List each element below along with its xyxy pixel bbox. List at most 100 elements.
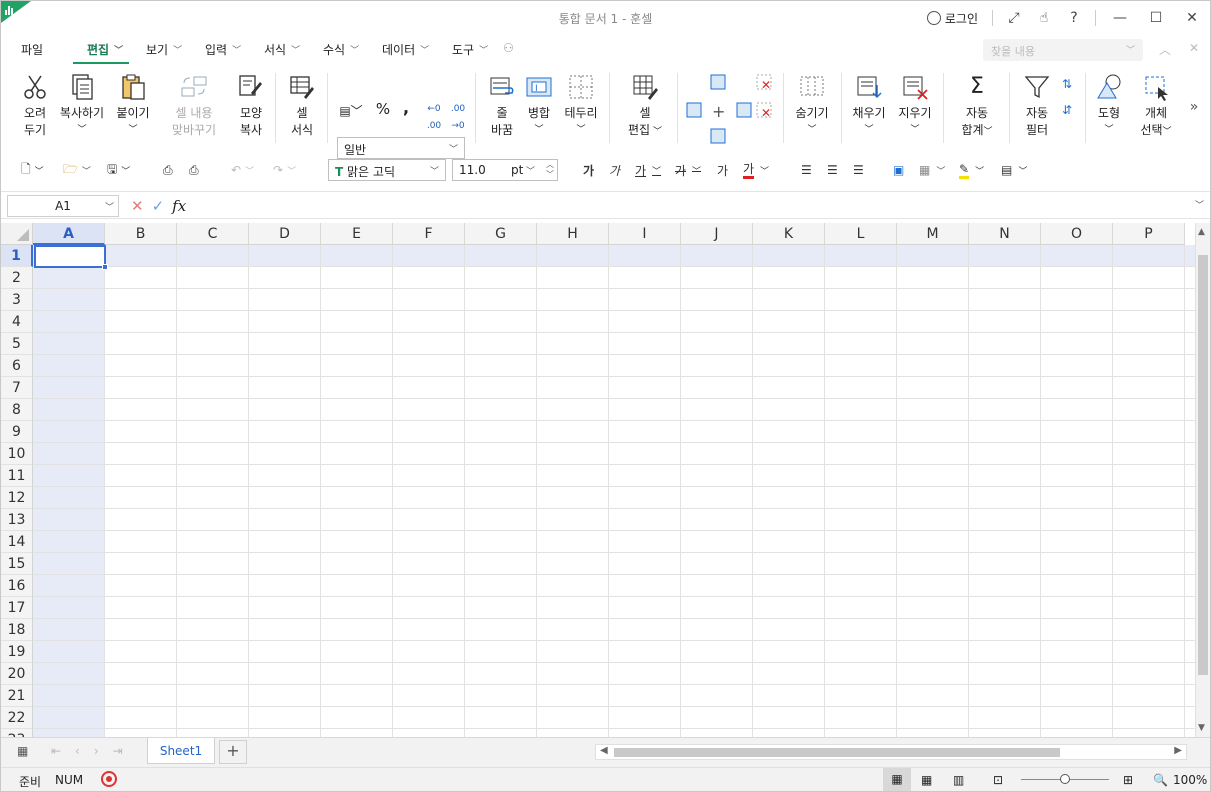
column-header[interactable]: M <box>897 223 969 245</box>
row-header[interactable]: 20 <box>1 663 33 685</box>
row-header[interactable]: 17 <box>1 597 33 619</box>
increase-decimal-icon[interactable]: ←0.00 <box>425 101 443 135</box>
collapse-ribbon-icon[interactable]: ︿ <box>1159 41 1171 58</box>
row-header[interactable]: 18 <box>1 619 33 641</box>
underline-button[interactable]: 가 ﹀ <box>635 159 661 181</box>
align-left-icon[interactable]: ☰ <box>801 159 812 181</box>
column-header[interactable]: N <box>969 223 1041 245</box>
row-header[interactable]: 22 <box>1 707 33 729</box>
function-icon[interactable]: fx <box>172 197 186 215</box>
font-size-stepper[interactable]: ︿ ﹀ <box>546 160 554 180</box>
column-header[interactable]: K <box>753 223 825 245</box>
wrap-text-button[interactable]: 줄 바꿈 <box>485 73 519 139</box>
column-header[interactable]: G <box>465 223 537 245</box>
spreadsheet-grid[interactable]: ABCDEFGHIJKLMNOP 1 2 3 4 5 6 7 8 9 10 11 12 13 14 15 16… <box>1 223 1195 737</box>
sort-ascending-icon[interactable]: ⇅ <box>1057 75 1077 93</box>
row-header[interactable]: 15 <box>1 553 33 575</box>
column-header[interactable]: I <box>609 223 681 245</box>
cell-shading-icon[interactable]: ▣ <box>893 159 904 181</box>
menu-tab-format[interactable]: 서식 ﹀ <box>264 41 300 58</box>
font-color-button[interactable]: 가 ﹀ <box>743 159 769 181</box>
vertical-scroll-thumb[interactable] <box>1198 255 1208 675</box>
sort-icons[interactable]: ⇅ ⇵ <box>1057 75 1077 119</box>
redo-icon[interactable]: ↷ ﹀ <box>273 159 296 181</box>
scroll-right-icon[interactable]: ▶ <box>1174 745 1182 756</box>
line-style-icon[interactable]: ▤ ﹀ <box>1001 159 1027 181</box>
horizontal-scroll-thumb[interactable] <box>614 748 1060 757</box>
normal-view-icon[interactable]: ▦ <box>883 768 911 791</box>
menu-file[interactable]: 파일 <box>21 41 43 58</box>
decrease-decimal-icon[interactable]: .00 →0 <box>449 101 467 135</box>
page-break-view-icon[interactable]: ▥ <box>953 773 964 787</box>
minimize-button[interactable]: — <box>1102 5 1138 31</box>
row-header[interactable]: 5 <box>1 333 33 355</box>
horizontal-scrollbar[interactable]: ◀ ▶ <box>595 744 1187 760</box>
scroll-up-icon[interactable]: ▲ <box>1198 227 1205 237</box>
vertical-scrollbar[interactable]: ▲ ▼ <box>1195 223 1210 737</box>
column-header[interactable]: L <box>825 223 897 245</box>
sheet-nav-icons[interactable]: ⇤‹›⇥ <box>51 744 137 758</box>
touch-mode-icon[interactable]: ☝ <box>1029 5 1059 31</box>
sheet-tab[interactable]: Sheet1 <box>147 738 215 764</box>
shape-button[interactable]: 도형 ﹀ <box>1091 73 1127 139</box>
cell-grid[interactable] <box>33 245 1195 737</box>
font-name-select[interactable]: T 맑은 고딕 ﹀ <box>328 159 446 181</box>
row-header[interactable]: 2 <box>1 267 33 289</box>
autosum-button[interactable]: Σ 자동 합계﹀ <box>955 73 999 141</box>
row-header[interactable]: 9 <box>1 421 33 443</box>
active-cell[interactable] <box>34 245 108 270</box>
record-macro-icon[interactable] <box>101 771 117 787</box>
undo-icon[interactable]: ↶ ﹀ <box>231 159 254 181</box>
expand-formula-icon[interactable]: ﹀ <box>1195 198 1204 211</box>
column-header[interactable]: O <box>1041 223 1113 245</box>
close-doc-icon[interactable]: ✕ <box>1189 41 1199 55</box>
fit-page-icon[interactable]: ⊞ <box>1123 773 1133 787</box>
column-header[interactable]: H <box>537 223 609 245</box>
cancel-icon[interactable]: ✕ <box>131 197 144 215</box>
cut-button[interactable]: 오려 두기 <box>15 73 55 139</box>
new-document-icon[interactable]: 🗋 ﹀ <box>21 159 44 181</box>
strikethrough-button[interactable]: 가 ﹀ <box>675 159 701 181</box>
border-button[interactable]: 테두리 ﹀ <box>561 73 601 139</box>
menu-tab-insert[interactable]: 입력 ﹀ <box>205 41 241 58</box>
ribbon-more-icon[interactable]: » <box>1187 99 1201 116</box>
align-right-icon[interactable]: ☰ <box>853 159 864 181</box>
zoom-slider[interactable] <box>1021 774 1109 784</box>
font-size-input[interactable]: 11.0 pt ﹀ ︿ ﹀ <box>452 159 558 181</box>
zoom-fit-icon[interactable]: ⊡ <box>993 773 1003 787</box>
column-header[interactable]: F <box>393 223 465 245</box>
menu-tab-formula[interactable]: 수식 ﹀ <box>323 41 359 58</box>
scroll-left-icon[interactable]: ◀ <box>600 745 608 756</box>
row-header[interactable]: 14 <box>1 531 33 553</box>
confirm-icon[interactable]: ✓ <box>152 197 165 215</box>
menu-tab-data[interactable]: 데이터 ﹀ <box>382 41 429 58</box>
row-header[interactable]: 6 <box>1 355 33 377</box>
maximize-button[interactable]: ☐ <box>1138 5 1174 31</box>
add-sheet-button[interactable]: + <box>219 740 247 764</box>
shadow-button[interactable]: 가 <box>717 159 728 181</box>
italic-button[interactable]: 가 <box>609 159 620 181</box>
clear-button[interactable]: 지우기 ﹀ <box>895 73 935 139</box>
row-header[interactable]: 21 <box>1 685 33 707</box>
select-object-button[interactable]: 개체 선택﹀ <box>1135 73 1177 141</box>
format-painter-button[interactable]: 모양 복사 <box>231 73 271 139</box>
row-header[interactable]: 7 <box>1 377 33 399</box>
zoom-icon[interactable]: 🔍 <box>1153 773 1168 787</box>
align-center-icon[interactable]: ☰ <box>827 159 838 181</box>
scroll-down-icon[interactable]: ▼ <box>1198 723 1205 733</box>
row-header[interactable]: 8 <box>1 399 33 421</box>
row-header[interactable]: 23 <box>1 729 33 737</box>
collaborate-icon[interactable]: ⚇ <box>503 41 514 55</box>
hide-button[interactable]: 숨기기 ﹀ <box>791 73 833 139</box>
column-header[interactable]: D <box>249 223 321 245</box>
paste-button[interactable]: 붙이기 ﹀ <box>111 73 155 139</box>
sort-descending-icon[interactable]: ⇵ <box>1057 101 1077 119</box>
insert-delete-icons[interactable]: + ✕ ✕ <box>685 73 775 145</box>
row-header[interactable]: 1 <box>1 245 33 267</box>
row-header[interactable]: 19 <box>1 641 33 663</box>
row-header[interactable]: 12 <box>1 487 33 509</box>
menu-tab-edit[interactable]: 편집 ﹀ <box>87 41 123 58</box>
borders-icon[interactable]: ▦ ﹀ <box>919 159 945 181</box>
name-box[interactable]: A1 ﹀ <box>7 195 119 217</box>
page-layout-view-icon[interactable]: ▦ <box>921 773 932 787</box>
